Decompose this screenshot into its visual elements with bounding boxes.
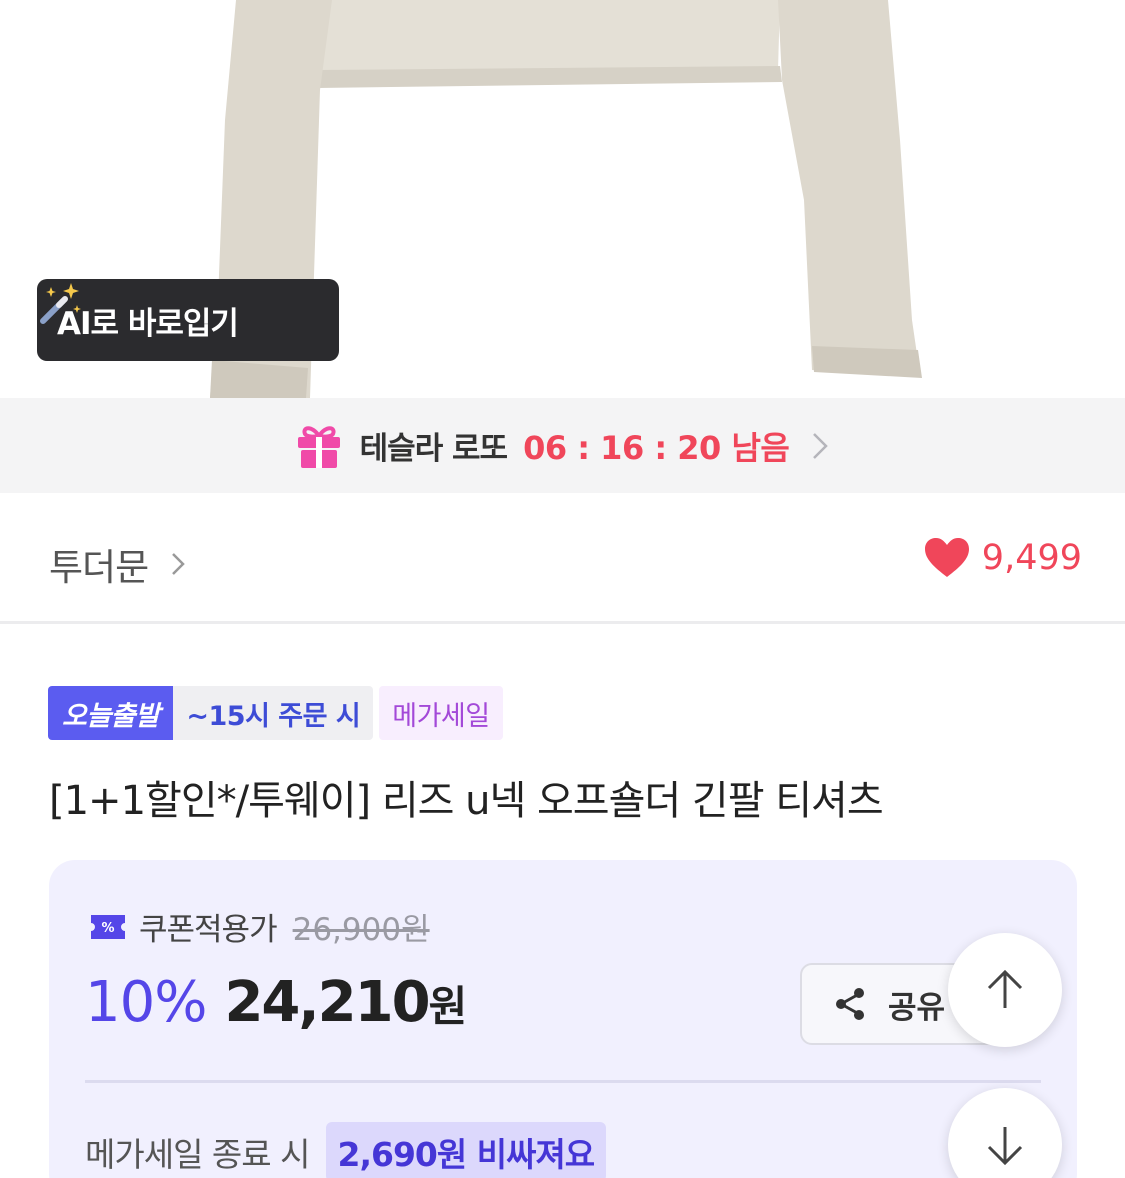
discount-rate: 10% — [85, 970, 207, 1035]
coupon-price-label: 쿠폰적용가 — [139, 912, 278, 948]
ai-try-on-button[interactable]: AI로 바로입기 — [37, 279, 339, 361]
brand-name: 투더문 — [49, 546, 149, 589]
mega-sale-tag: 메가세일 — [379, 686, 503, 740]
product-tags: 오늘출발 ~15시 주문 시 메가세일 — [48, 686, 503, 740]
share-label: 공유 — [888, 989, 946, 1026]
sale-price: 24,210 — [224, 970, 430, 1035]
today-shipping-tag: 오늘출발 — [48, 686, 174, 740]
lotto-title: 테슬라 로또 — [359, 431, 508, 467]
magic-wand-icon — [40, 283, 81, 324]
lotto-banner[interactable]: 테슬라 로또 06 : 16 : 20 남음 — [0, 398, 1125, 493]
currency-unit: 원 — [428, 982, 468, 1031]
coupon-icon: % — [91, 914, 125, 939]
mega-sale-end-label: 메가세일 종료 시 — [85, 1135, 310, 1174]
chevron-right-icon — [172, 553, 185, 575]
brand-link[interactable]: 투더문 — [49, 537, 186, 591]
arrow-down-icon — [987, 1127, 1023, 1166]
price-card: % 쿠폰적용가 26,900원 10% 24,210 원 공유 메가세일 종료 … — [49, 860, 1077, 1178]
price-increase-badge: 2,690원 비싸져요 — [325, 1122, 607, 1178]
lotto-timer: 06 : 16 : 20 남음 — [523, 428, 790, 467]
mega-sale-end-row: 메가세일 종료 시 2,690원 비싸져요 — [85, 1122, 607, 1178]
product-image-area[interactable]: AI로 바로입기 — [0, 0, 1125, 398]
price-row: 10% 24,210 원 — [85, 970, 467, 1035]
arrow-up-icon — [987, 969, 1023, 1008]
chevron-right-icon — [813, 432, 829, 459]
original-price: 26,900원 — [292, 912, 430, 948]
divider — [85, 1080, 1041, 1083]
like-button[interactable]: 9,499 — [924, 537, 1082, 579]
scroll-to-top-button[interactable] — [948, 933, 1062, 1047]
brand-row: 투더문 9,499 — [0, 493, 1125, 624]
product-title: [1+1할인*/투웨이] 리즈 u넥 오프숄더 긴팔 티셔츠 — [49, 778, 884, 824]
coupon-row: % 쿠폰적용가 26,900원 — [89, 904, 430, 949]
order-deadline-tag: ~15시 주문 시 — [173, 686, 374, 740]
likes-count: 9,499 — [981, 538, 1082, 578]
gift-icon — [297, 425, 340, 468]
share-icon — [836, 988, 864, 1020]
svg-text:%: % — [101, 921, 114, 936]
heart-icon — [924, 538, 969, 577]
